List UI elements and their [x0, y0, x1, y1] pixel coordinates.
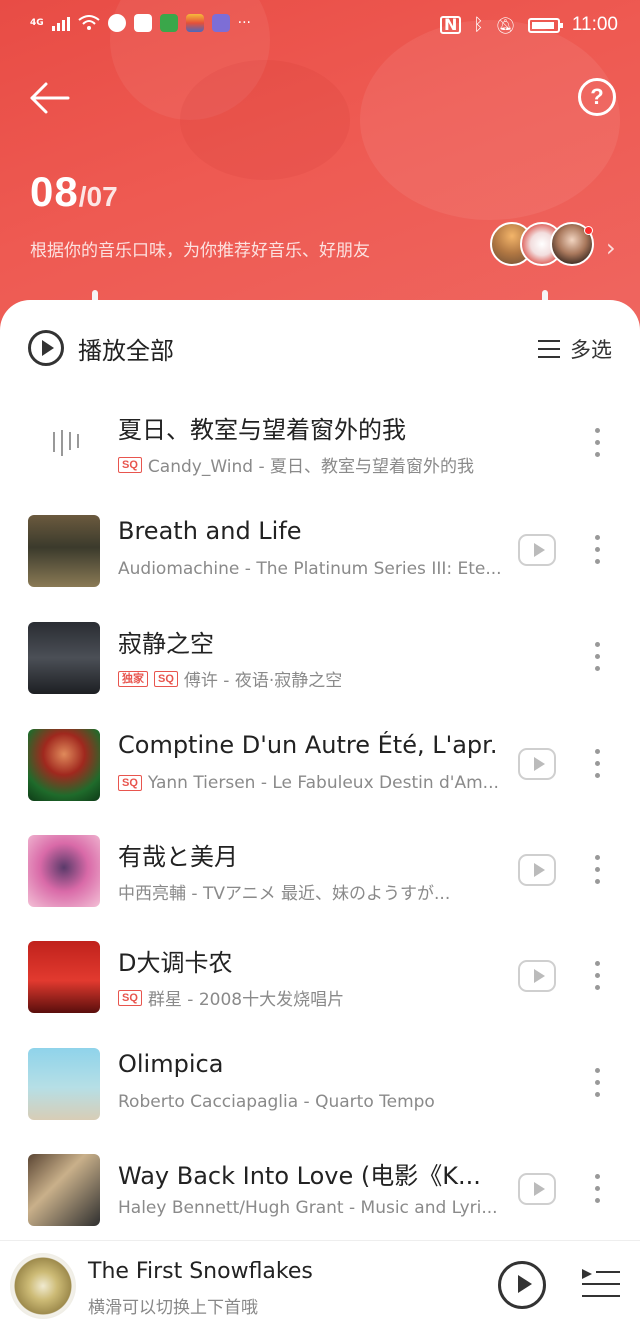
song-title: Way Back Into Love (电影《K...	[118, 1162, 481, 1190]
song-subtitle-line: Haley Bennett/Hugh Grant - Music and Lyr…	[118, 1198, 498, 1218]
app-notification-icon	[211, 14, 230, 32]
recommend-date: 08/07	[30, 168, 118, 216]
song-subtitle-line: SQ Candy_Wind - 夏日、教室与望着窗外的我	[118, 452, 474, 477]
song-row[interactable]: 夏日、教室与望着窗外的我 SQ Candy_Wind - 夏日、教室与望着窗外的我	[0, 392, 640, 498]
song-artist-album: 中西亮輔 - TVアニメ 最近、妹のようすが...	[118, 884, 451, 904]
player-hint: 横滑可以切换上下首哦	[88, 1298, 258, 1318]
mv-play-icon[interactable]	[518, 960, 556, 992]
more-options-icon[interactable]	[590, 1066, 604, 1100]
recommend-subtitle: 根据你的音乐口味，为你推荐好音乐、好朋友	[30, 241, 370, 261]
network-label: 4G	[30, 18, 44, 28]
mini-player[interactable]: The First Snowflakes 横滑可以切换上下首哦	[0, 1240, 640, 1330]
header-banner: 4G ··· N ᛒ 🔕︎ 11:00 ? 08/07 根据你的音乐口味，为你推…	[0, 0, 640, 340]
list-toolbar: 播放全部 多选	[0, 300, 640, 392]
chevron-right-icon[interactable]: ›	[606, 234, 616, 262]
app-notification-icon	[185, 14, 204, 32]
play-all-label: 播放全部	[78, 336, 174, 365]
app-notification-icon	[107, 14, 126, 32]
more-options-icon[interactable]	[590, 747, 604, 781]
song-row[interactable]: Way Back Into Love (电影《K... Haley Bennett…	[0, 1138, 640, 1244]
sq-badge: SQ	[118, 456, 142, 473]
exclusive-badge: 独家	[118, 670, 148, 687]
multi-select-button[interactable]: 多选	[538, 334, 612, 364]
song-artist-album: Roberto Cacciapaglia - Quarto Tempo	[118, 1092, 435, 1112]
sq-badge: SQ	[154, 670, 178, 687]
sq-badge: SQ	[118, 775, 142, 791]
wifi-icon	[78, 15, 100, 30]
player-song-title: The First Snowflakes	[88, 1259, 313, 1284]
battery-icon	[527, 17, 563, 33]
date-day: 08	[30, 168, 79, 215]
more-notifications-icon: ···	[237, 15, 252, 31]
song-row[interactable]: Olimpica Roberto Cacciapaglia - Quarto Te…	[0, 1032, 640, 1138]
song-title: Olimpica	[118, 1050, 224, 1078]
album-cover	[28, 622, 100, 694]
mute-icon: 🔕︎	[495, 15, 516, 35]
multi-select-label: 多选	[570, 338, 612, 362]
album-cover	[28, 408, 100, 480]
song-list-panel: 播放全部 多选 夏日、教室与望着窗外的我 SQ Candy_Wind - 夏日、教室…	[0, 300, 640, 1330]
sq-badge: SQ	[118, 989, 142, 1006]
song-row[interactable]: 寂静之空独家 SQ 傅许 - 夜语·寂静之空	[0, 606, 640, 712]
new-indicator-dot	[584, 226, 593, 235]
more-options-icon[interactable]	[590, 959, 604, 993]
mv-play-icon[interactable]	[518, 854, 556, 886]
album-cover	[28, 1154, 100, 1226]
album-cover	[28, 515, 100, 587]
album-cover	[28, 729, 100, 801]
more-options-icon[interactable]	[590, 640, 604, 674]
list-icon	[538, 340, 560, 358]
more-options-icon[interactable]	[590, 853, 604, 887]
song-artist-album: Yann Tiersen - Le Fabuleux Destin d'Am..…	[147, 773, 499, 793]
play-circle-icon	[28, 330, 64, 366]
song-subtitle-line: Audiomachine - The Platinum Series III: …	[118, 559, 502, 579]
help-button[interactable]: ?	[578, 78, 616, 116]
app-notification-icon	[133, 14, 152, 32]
song-artist-album: 群星 - 2008十大发烧唱片	[147, 990, 345, 1010]
bluetooth-icon: ᛒ	[473, 15, 484, 35]
mv-play-icon[interactable]	[518, 1173, 556, 1205]
back-arrow-icon[interactable]	[28, 78, 72, 118]
album-cover	[28, 941, 100, 1013]
song-title: D大调卡农	[118, 949, 233, 977]
nfc-icon: N	[439, 16, 462, 34]
date-month: /07	[78, 181, 118, 212]
mv-play-icon[interactable]	[518, 534, 556, 566]
song-subtitle-line: 中西亮輔 - TVアニメ 最近、妹のようすが...	[118, 879, 450, 904]
album-cover	[28, 835, 100, 907]
song-subtitle-line: SQ 群星 - 2008十大发烧唱片	[118, 985, 344, 1010]
song-artist-album: Haley Bennett/Hugh Grant - Music and Lyr…	[118, 1198, 498, 1218]
song-artist-album: Candy_Wind - 夏日、教室与望着窗外的我	[147, 457, 474, 477]
album-cover	[28, 1048, 100, 1120]
song-row[interactable]: 有哉と美月中西亮輔 - TVアニメ 最近、妹のようすが...	[0, 819, 640, 925]
song-row[interactable]: D大调卡农 SQ 群星 - 2008十大发烧唱片	[0, 925, 640, 1031]
song-subtitle-line: Roberto Cacciapaglia - Quarto Tempo	[118, 1092, 435, 1112]
song-row[interactable]: Breath and Life Audiomachine - The Platin…	[0, 499, 640, 605]
play-all-button[interactable]: 播放全部	[28, 330, 174, 366]
status-bar: 4G ··· N ᛒ 🔕︎ 11:00	[0, 0, 640, 50]
song-artist-album: Audiomachine - The Platinum Series III: …	[118, 559, 502, 579]
status-time: 11:00	[571, 14, 618, 35]
more-options-icon[interactable]	[590, 426, 604, 460]
song-title: 寂静之空	[118, 630, 214, 658]
more-options-icon[interactable]	[590, 533, 604, 567]
song-row[interactable]: Comptine D'un Autre Été, L'apr... SQ Yann …	[0, 713, 640, 819]
playlist-icon[interactable]	[582, 1269, 620, 1303]
song-title: Breath and Life	[118, 517, 302, 545]
friend-avatars[interactable]	[490, 222, 600, 268]
album-disc[interactable]	[10, 1253, 76, 1319]
song-subtitle-line: 独家 SQ 傅许 - 夜语·寂静之空	[118, 666, 342, 691]
more-options-icon[interactable]	[590, 1172, 604, 1206]
signal-icon	[51, 15, 70, 31]
song-title: Comptine D'un Autre Été, L'apr...	[118, 731, 498, 759]
song-artist-album: 傅许 - 夜语·寂静之空	[183, 671, 343, 691]
song-subtitle-line: SQ Yann Tiersen - Le Fabuleux Destin d'Am…	[118, 773, 499, 793]
mv-play-icon[interactable]	[518, 748, 556, 780]
song-title: 夏日、教室与望着窗外的我	[118, 416, 406, 444]
play-button[interactable]	[498, 1261, 546, 1309]
app-notification-icon	[159, 14, 178, 32]
song-title: 有哉と美月	[118, 843, 238, 871]
